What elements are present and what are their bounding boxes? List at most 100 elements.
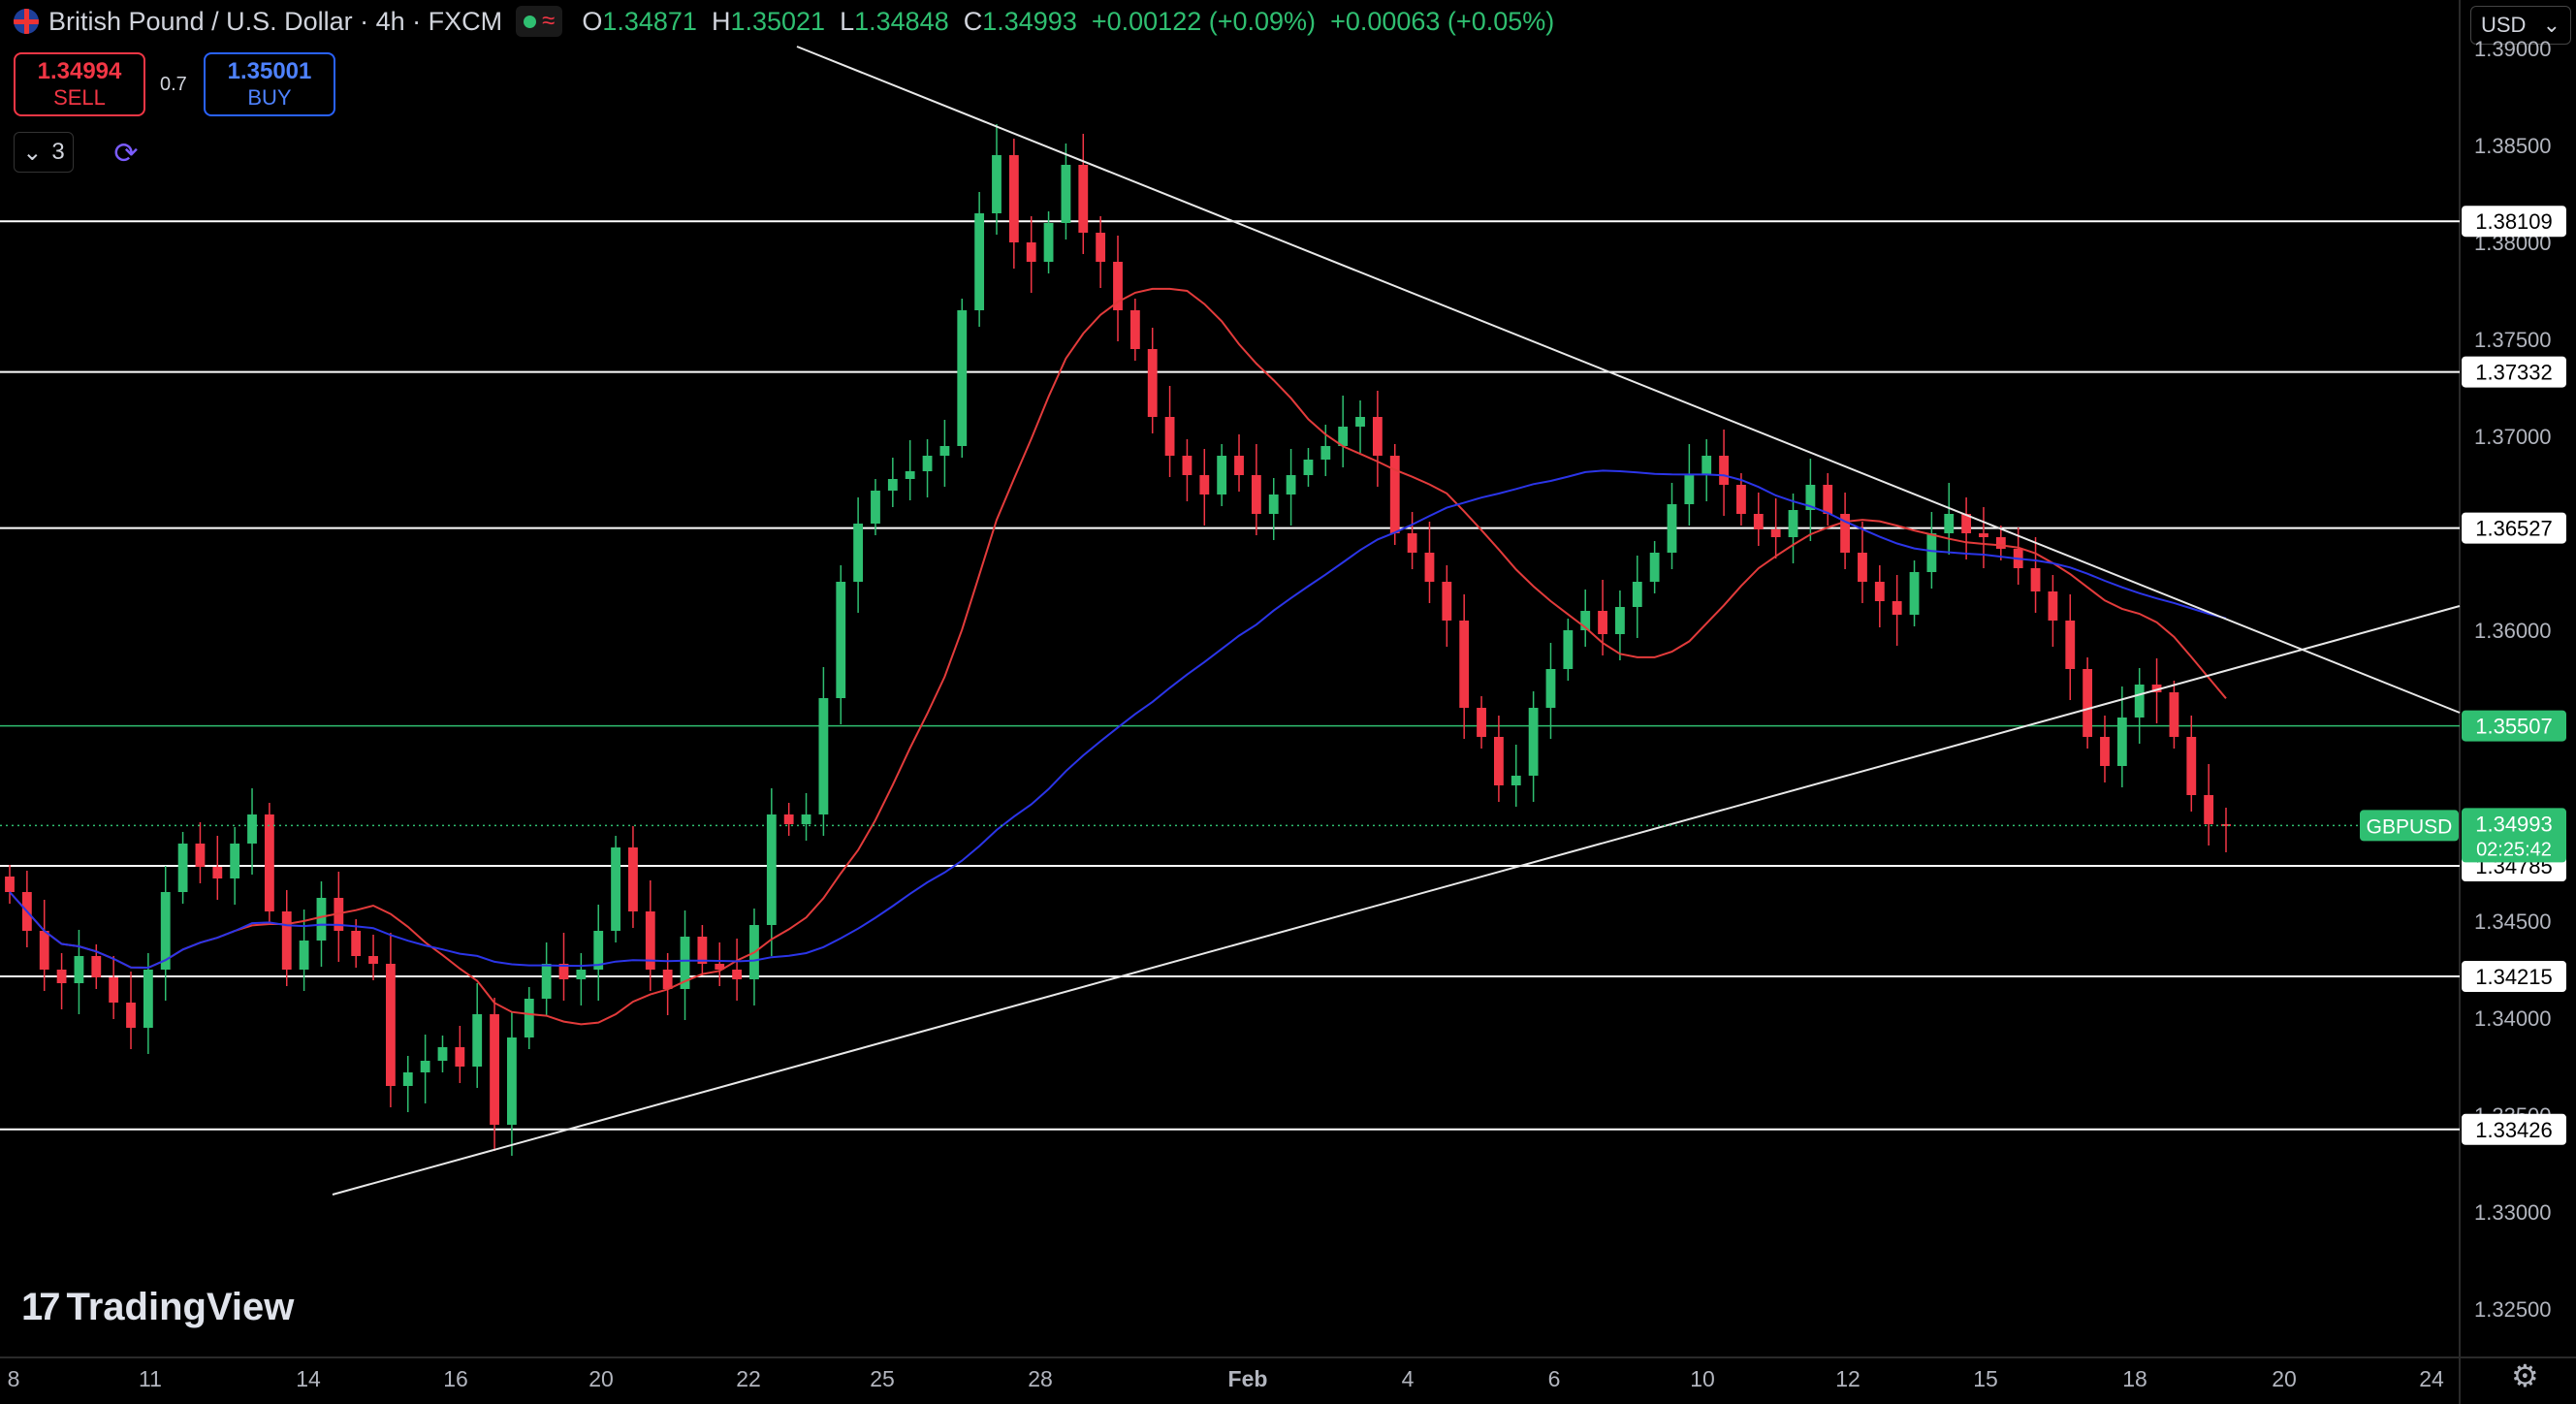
price-chart[interactable]: 1.390001.385001.380001.375001.370001.365…	[0, 0, 2576, 1404]
x-tick-label: Feb	[1228, 1366, 1268, 1391]
candle	[2065, 594, 2076, 700]
candle	[1874, 565, 1885, 627]
candle	[1182, 439, 1193, 501]
candle	[1667, 483, 1677, 569]
svg-text:1.34215: 1.34215	[2475, 965, 2553, 989]
candle	[1096, 216, 1106, 288]
candle	[1372, 391, 1383, 487]
x-tick-label: 18	[2122, 1366, 2147, 1391]
x-tick-label: 8	[8, 1366, 20, 1391]
candle	[1442, 565, 1452, 647]
candle	[1407, 512, 1417, 569]
candle	[576, 953, 587, 1005]
candle	[836, 565, 846, 724]
candle	[939, 420, 950, 487]
candle	[490, 998, 499, 1151]
descending-trendline	[796, 46, 2461, 714]
svg-text:1.38109: 1.38109	[2475, 209, 2553, 234]
y-tick-label: 1.33000	[2474, 1200, 2552, 1225]
y-tick-label: 1.39000	[2474, 37, 2552, 61]
x-tick-label: 20	[2272, 1366, 2297, 1391]
candle	[1909, 560, 1920, 626]
y-tick-label: 1.34500	[2474, 909, 2552, 934]
candle	[2030, 537, 2041, 613]
candle	[455, 1026, 465, 1083]
x-tick-label: 16	[443, 1366, 468, 1391]
candle	[2169, 681, 2179, 749]
candle	[281, 890, 292, 986]
candle	[1113, 236, 1123, 341]
candle	[1753, 493, 1764, 546]
candle	[1511, 745, 1521, 807]
candle	[1979, 507, 1988, 568]
candle	[2186, 716, 2197, 812]
candle	[680, 910, 690, 1020]
candle	[541, 942, 552, 1015]
candle	[195, 822, 206, 883]
x-tick-label: 20	[588, 1366, 614, 1391]
candle	[247, 788, 257, 875]
candle	[334, 872, 344, 962]
candle	[1217, 444, 1227, 506]
ascending-trendline	[332, 605, 2461, 1196]
candle	[645, 880, 655, 991]
candle	[1649, 541, 1660, 593]
candle	[1684, 444, 1695, 526]
candle	[628, 826, 638, 928]
candle	[2204, 764, 2214, 846]
x-tick-label: 4	[1402, 1366, 1415, 1391]
y-tick-label: 1.32500	[2474, 1297, 2552, 1322]
candle	[1008, 139, 1019, 269]
candle	[1234, 434, 1244, 492]
candle	[1493, 716, 1504, 802]
x-tick-label: 6	[1548, 1366, 1561, 1391]
candle	[1251, 444, 1261, 535]
candle	[1615, 590, 1625, 660]
candle	[1303, 448, 1314, 487]
candle	[2116, 686, 2127, 787]
candle	[1355, 400, 1365, 453]
candle	[160, 866, 171, 1001]
x-tick-label: 22	[736, 1366, 761, 1391]
level-price-label: 1.33426	[2462, 1113, 2566, 1145]
candle	[264, 803, 274, 923]
candle	[732, 939, 743, 1001]
candle	[2083, 657, 2093, 749]
symbol-tag: GBPUSD	[2360, 810, 2459, 842]
y-tick-label: 1.37000	[2474, 425, 2552, 449]
candle	[593, 905, 604, 1001]
candle	[1719, 430, 1729, 516]
candle	[1632, 556, 1642, 638]
candle	[1061, 144, 1071, 239]
candle	[1129, 299, 1140, 361]
candle	[766, 788, 777, 956]
x-tick-label: 11	[139, 1366, 162, 1391]
x-tick-label: 24	[2419, 1366, 2444, 1391]
level-price-label: 1.35507	[2462, 710, 2566, 742]
candle	[1944, 483, 1955, 555]
candle	[1338, 396, 1349, 467]
candle	[887, 458, 898, 507]
candle	[177, 832, 188, 904]
level-price-label: 1.38109	[2462, 206, 2566, 238]
candle	[2134, 668, 2145, 744]
candle	[992, 124, 1002, 235]
y-tick-label: 1.34000	[2474, 1006, 2552, 1031]
x-tick-label: 28	[1028, 1366, 1053, 1391]
candle	[507, 1011, 517, 1156]
candle	[472, 983, 483, 1088]
x-tick-label: 25	[870, 1366, 895, 1391]
candle	[109, 956, 119, 1019]
candle	[1563, 619, 1574, 681]
candle	[783, 803, 794, 836]
candle	[1389, 444, 1400, 545]
candle	[1961, 497, 1972, 559]
candle	[368, 935, 378, 980]
candle	[1528, 691, 1539, 802]
candle	[1424, 522, 1435, 603]
candle	[1078, 134, 1089, 254]
candle	[2221, 808, 2231, 852]
x-tick-label: 10	[1690, 1366, 1715, 1391]
y-tick-label: 1.36000	[2474, 619, 2552, 643]
candle	[230, 827, 240, 905]
